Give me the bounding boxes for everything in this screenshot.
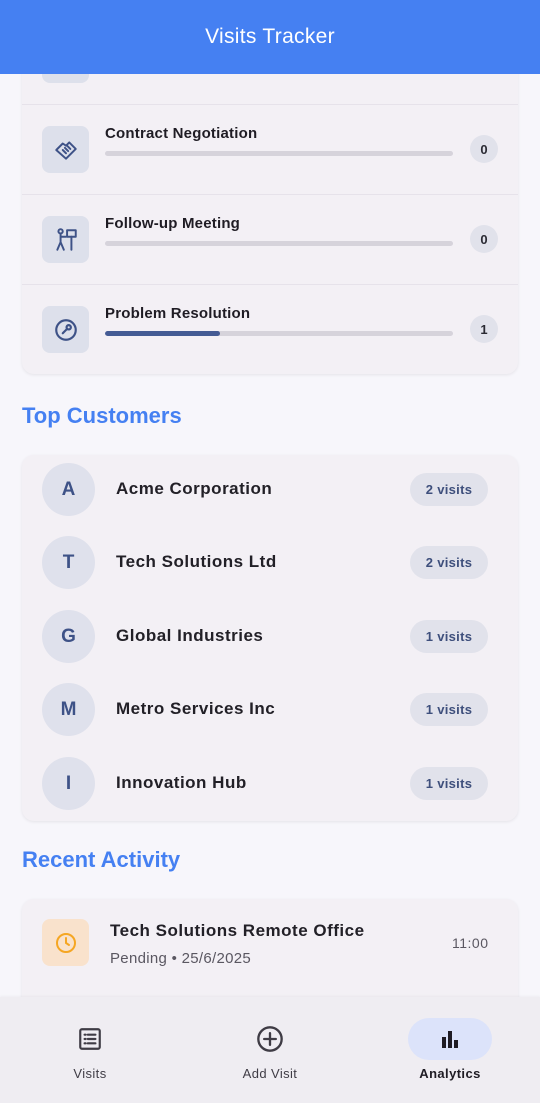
presenter-icon: [42, 216, 89, 263]
bar-chart-icon: [408, 1018, 492, 1060]
nav-visits[interactable]: Visits: [0, 997, 180, 1103]
visit-type-progress: [105, 331, 453, 336]
nav-label: Visits: [73, 1066, 107, 1081]
customer-avatar: G: [42, 610, 95, 663]
visit-type-row: Follow-up Meeting 0: [22, 194, 518, 284]
recent-activity-heading: Recent Activity: [22, 847, 181, 872]
visit-type-progress: [105, 241, 453, 246]
handshake-icon: [42, 126, 89, 173]
customer-row[interactable]: A Acme Corporation 2 visits: [22, 455, 518, 528]
activity-status-date: Pending • 25/6/2025: [110, 950, 252, 967]
customer-avatar: I: [42, 757, 95, 810]
customer-row[interactable]: M Metro Services Inc 1 visits: [22, 675, 518, 748]
nav-add-visit[interactable]: Add Visit: [180, 997, 360, 1103]
visit-type-row: Contract Negotiation 0: [22, 104, 518, 194]
visit-type-count: 0: [470, 135, 498, 163]
activity-time: 11:00: [452, 935, 489, 951]
visit-type-count: 1: [470, 315, 498, 343]
app-bar: Visits Tracker: [0, 0, 540, 74]
visit-count-badge: 1 visits: [410, 767, 488, 800]
customer-name: Innovation Hub: [116, 773, 247, 792]
visit-type-label: Follow-up Meeting: [105, 215, 241, 232]
category-icon: [42, 74, 89, 83]
customer-avatar: T: [42, 536, 95, 589]
customer-name: Global Industries: [116, 626, 264, 645]
list-icon: [48, 1018, 132, 1060]
nav-analytics[interactable]: Analytics: [360, 997, 540, 1103]
customer-name: Acme Corporation: [116, 479, 273, 498]
visit-type-label: Contract Negotiation: [105, 125, 258, 142]
add-circle-icon: [228, 1018, 312, 1060]
visit-count-badge: 1 visits: [410, 620, 488, 653]
visit-type-row: Problem Resolution 1: [22, 284, 518, 374]
activity-title: Tech Solutions Remote Office: [110, 921, 365, 940]
visit-type-progress: [105, 151, 453, 156]
top-customers-card: A Acme Corporation 2 visits T Tech Solut…: [22, 455, 518, 821]
analytics-content[interactable]: Contract Negotiation 0 Follow-up Meeting…: [0, 74, 540, 998]
customer-name: Metro Services Inc: [116, 699, 276, 718]
nav-label: Add Visit: [242, 1066, 298, 1081]
visit-type-label: Problem Resolution: [105, 305, 251, 322]
customer-name: Tech Solutions Ltd: [116, 552, 277, 571]
visit-type-card: Contract Negotiation 0 Follow-up Meeting…: [22, 74, 518, 374]
visit-count-badge: 2 visits: [410, 473, 488, 506]
progress-fill: [105, 331, 220, 336]
top-customers-heading: Top Customers: [22, 403, 182, 428]
visit-count-badge: 2 visits: [410, 546, 488, 579]
bottom-navigation: Visits Add Visit Analytics: [0, 997, 540, 1103]
nav-label: Analytics: [419, 1066, 481, 1081]
customer-avatar: M: [42, 683, 95, 736]
customer-row[interactable]: T Tech Solutions Ltd 2 visits: [22, 528, 518, 601]
visit-count-badge: 1 visits: [410, 693, 488, 726]
customer-avatar: A: [42, 463, 95, 516]
recent-activity-card[interactable]: Tech Solutions Remote Office Pending • 2…: [22, 899, 518, 998]
app-title: Visits Tracker: [205, 25, 335, 48]
customer-row[interactable]: G Global Industries 1 visits: [22, 602, 518, 675]
wrench-icon: [42, 306, 89, 353]
visit-type-count: 0: [470, 225, 498, 253]
customer-row[interactable]: I Innovation Hub 1 visits: [22, 749, 518, 822]
clock-icon: [42, 919, 89, 966]
